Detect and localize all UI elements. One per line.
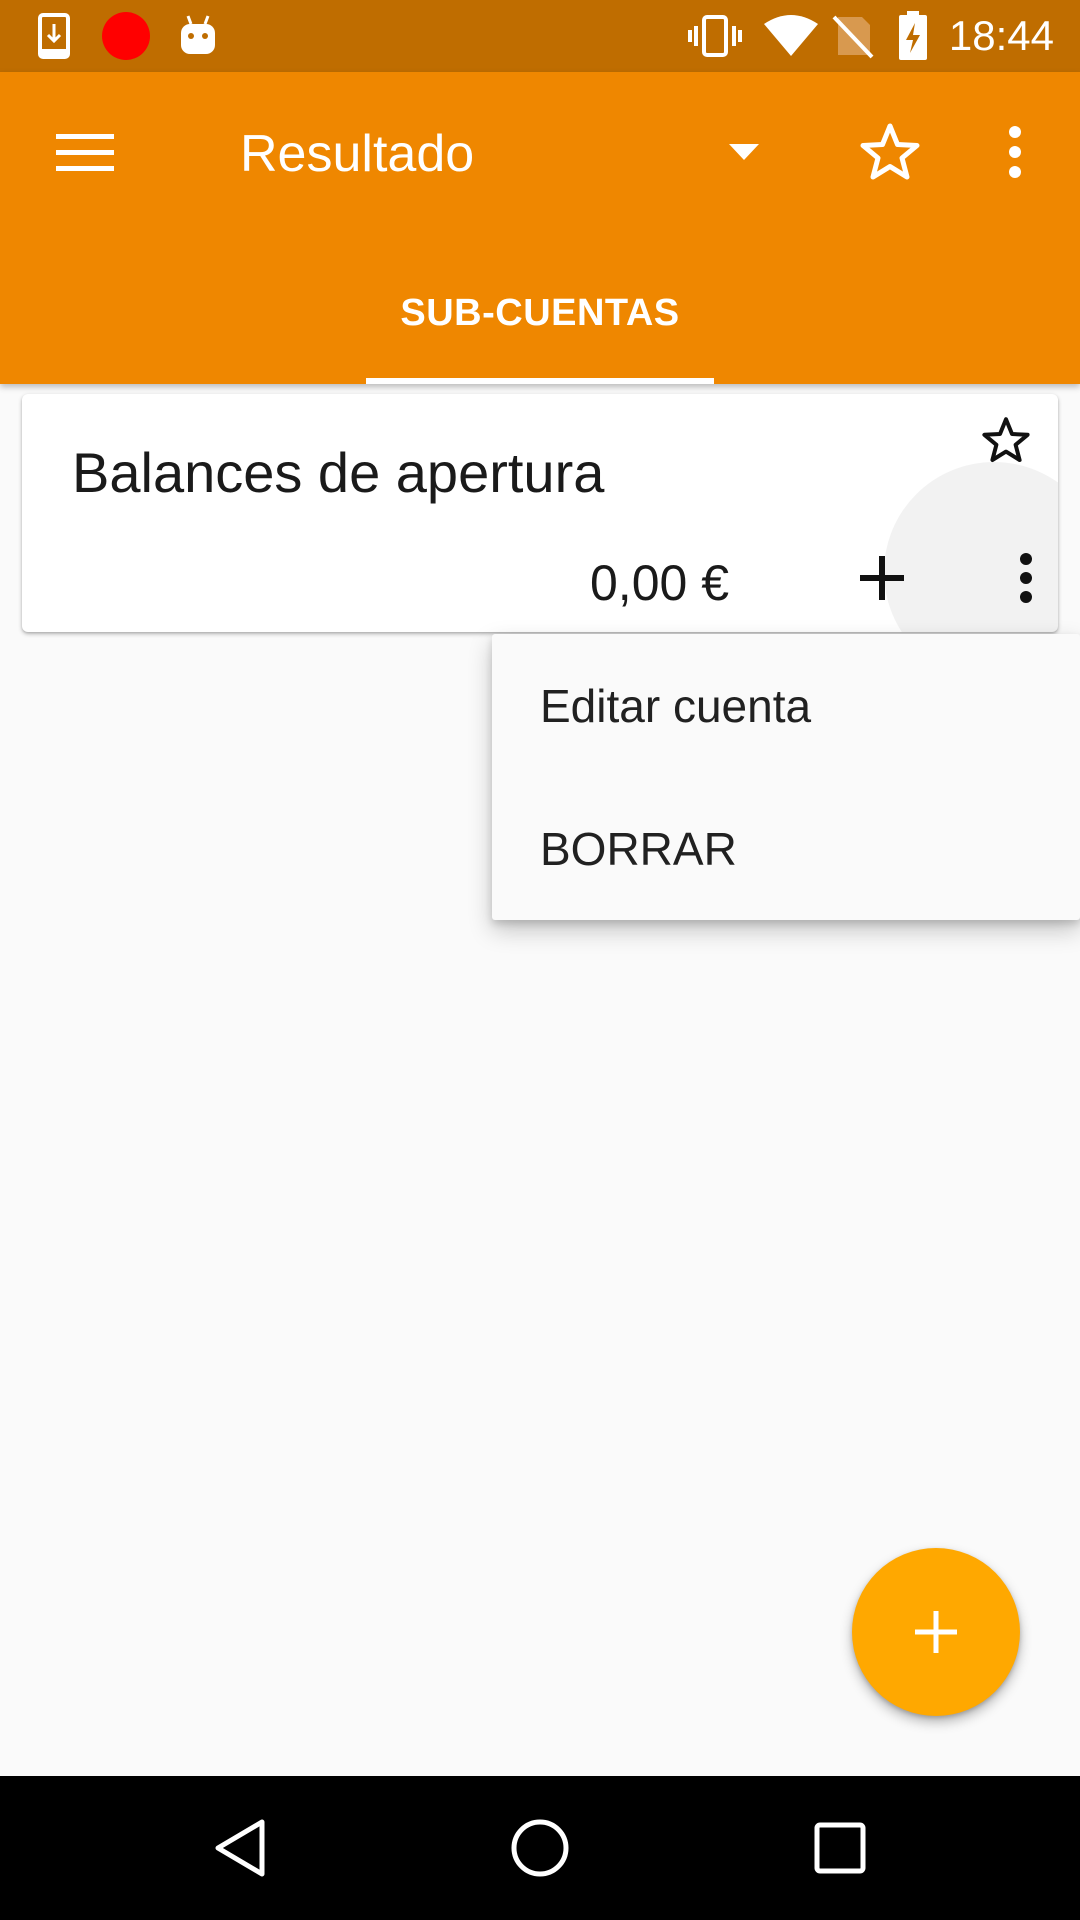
tab-indicator [366, 378, 714, 384]
more-vert-icon[interactable] [1006, 538, 1046, 618]
battery-charging-icon [896, 0, 930, 72]
dropdown-arrow-icon[interactable] [712, 124, 776, 180]
download-icon [34, 0, 74, 72]
tab-sub-cuentas[interactable]: SUB-CUENTAS [366, 272, 714, 384]
menu-item-edit-account[interactable]: Editar cuenta [492, 634, 1080, 777]
navigation-bar [0, 1776, 1080, 1920]
recents-icon[interactable] [760, 1776, 920, 1920]
menu-icon[interactable] [30, 112, 140, 192]
plus-icon [915, 1611, 957, 1653]
home-icon[interactable] [460, 1776, 620, 1920]
menu-item-delete[interactable]: BORRAR [492, 777, 1080, 920]
add-account-fab[interactable] [852, 1548, 1020, 1716]
wifi-icon [760, 0, 822, 72]
star-outline-icon[interactable] [850, 112, 930, 192]
app-bar: Resultado SUB-CUENTAS [0, 72, 1080, 384]
screen: 18:44 Resultado SUB-CUENTAS Balances de … [0, 0, 1080, 1920]
status-bar: 18:44 [0, 0, 1080, 72]
star-outline-icon[interactable] [974, 408, 1038, 472]
record-dot-icon [100, 0, 152, 72]
popup-menu: Editar cuenta BORRAR [492, 634, 1080, 920]
back-icon[interactable] [160, 1776, 320, 1920]
more-vert-icon[interactable] [990, 112, 1040, 192]
status-time: 18:44 [948, 12, 1054, 59]
account-balance: 0,00 € [590, 555, 730, 611]
account-card[interactable]: Balances de apertura 0,00 € [22, 394, 1058, 632]
tab-label: SUB-CUENTAS [400, 292, 680, 334]
no-sim-icon [830, 0, 876, 72]
page-title[interactable]: Resultado [240, 124, 474, 184]
vibrate-icon [686, 0, 744, 72]
account-name: Balances de apertura [72, 441, 605, 504]
android-icon [176, 0, 220, 72]
plus-icon[interactable] [842, 538, 922, 618]
